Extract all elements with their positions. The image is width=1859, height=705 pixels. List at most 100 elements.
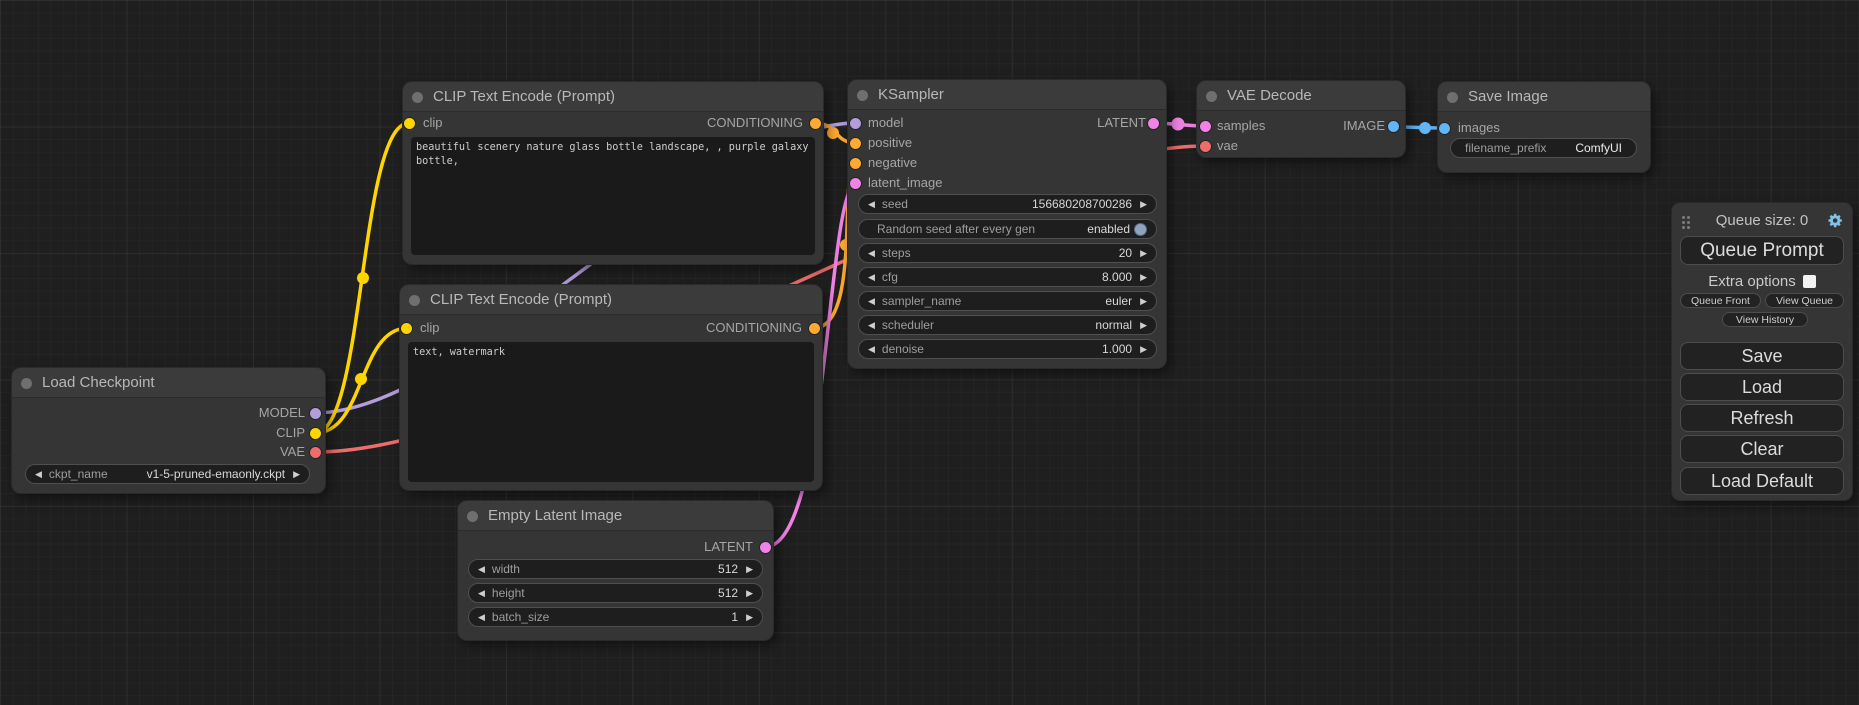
view-history-button[interactable]: View History — [1722, 312, 1808, 327]
node-title[interactable]: KSampler — [848, 80, 1166, 110]
node-title[interactable]: VAE Decode — [1197, 81, 1405, 111]
image-output-port[interactable] — [1388, 121, 1399, 132]
clip-input-port[interactable] — [404, 118, 415, 129]
view-queue-button[interactable]: View Queue — [1765, 293, 1844, 308]
latent-image-input-port[interactable] — [850, 178, 861, 189]
output-label: LATENT — [704, 537, 753, 557]
latent-output-port[interactable] — [1148, 118, 1159, 129]
increment-arrow-icon[interactable]: ▶ — [746, 560, 753, 578]
increment-arrow-icon[interactable]: ▶ — [293, 465, 300, 483]
decrement-arrow-icon[interactable]: ◀ — [35, 465, 42, 483]
input-label: vae — [1217, 136, 1238, 156]
prompt-textarea[interactable]: text, watermark — [408, 342, 814, 482]
decrement-arrow-icon[interactable]: ◀ — [478, 608, 485, 626]
random-seed-toggle-widget[interactable]: Random seed after every gen enabled — [858, 219, 1157, 239]
queue-prompt-button[interactable]: Queue Prompt — [1680, 236, 1844, 265]
output-label: CONDITIONING — [707, 113, 803, 133]
decrement-arrow-icon[interactable]: ◀ — [868, 292, 875, 310]
decrement-arrow-icon[interactable]: ◀ — [868, 316, 875, 334]
increment-arrow-icon[interactable]: ▶ — [1140, 316, 1147, 334]
node-title[interactable]: Save Image — [1438, 82, 1650, 112]
filename-prefix-widget[interactable]: filename_prefix ComfyUI — [1450, 138, 1637, 158]
collapse-dot-icon[interactable] — [1447, 92, 1458, 103]
node-save-image[interactable]: Save Image images filename_prefix ComfyU… — [1438, 82, 1650, 172]
model-input-port[interactable] — [850, 118, 861, 129]
latent-output-port[interactable] — [760, 542, 771, 553]
widget-value: ComfyUI — [1575, 141, 1622, 155]
model-output-port[interactable] — [310, 408, 321, 419]
queue-front-button[interactable]: Queue Front — [1680, 293, 1761, 308]
clip-output-port[interactable] — [310, 428, 321, 439]
vae-output-port[interactable] — [310, 447, 321, 458]
widget-label: sampler_name — [882, 294, 961, 308]
collapse-dot-icon[interactable] — [857, 90, 868, 101]
save-button[interactable]: Save — [1680, 342, 1844, 370]
node-title[interactable]: CLIP Text Encode (Prompt) — [403, 82, 823, 112]
clip-input-port[interactable] — [401, 323, 412, 334]
link-midpoint-dot — [357, 272, 369, 284]
decrement-arrow-icon[interactable]: ◀ — [868, 195, 875, 213]
widget-value: euler — [1105, 294, 1132, 308]
collapse-dot-icon[interactable] — [21, 378, 32, 389]
link-midpoint-dot — [827, 127, 839, 139]
decrement-arrow-icon[interactable]: ◀ — [478, 560, 485, 578]
ckpt-name-widget[interactable]: ◀ ckpt_name v1-5-pruned-emaonly.ckpt ▶ — [25, 464, 310, 484]
decrement-arrow-icon[interactable]: ◀ — [868, 244, 875, 262]
load-button[interactable]: Load — [1680, 373, 1844, 401]
node-empty-latent-image[interactable]: Empty Latent Image LATENT ◀ width 512 ▶ … — [458, 501, 773, 640]
node-vae-decode[interactable]: VAE Decode samples IMAGE vae — [1197, 81, 1405, 157]
widget-value: v1-5-pruned-emaonly.ckpt — [147, 467, 286, 481]
negative-input-port[interactable] — [850, 158, 861, 169]
collapse-dot-icon[interactable] — [409, 295, 420, 306]
decrement-arrow-icon[interactable]: ◀ — [868, 268, 875, 286]
images-input-port[interactable] — [1439, 123, 1450, 134]
node-clip-text-encode-positive[interactable]: CLIP Text Encode (Prompt) clip CONDITION… — [403, 82, 823, 264]
scheduler-widget[interactable]: ◀ scheduler normal ▶ — [858, 315, 1157, 335]
decrement-arrow-icon[interactable]: ◀ — [478, 584, 485, 602]
conditioning-output-port[interactable] — [810, 118, 821, 129]
increment-arrow-icon[interactable]: ▶ — [746, 608, 753, 626]
denoise-widget[interactable]: ◀ denoise 1.000 ▶ — [858, 339, 1157, 359]
positive-input-port[interactable] — [850, 138, 861, 149]
cfg-widget[interactable]: ◀ cfg 8.000 ▶ — [858, 267, 1157, 287]
increment-arrow-icon[interactable]: ▶ — [1140, 292, 1147, 310]
node-load-checkpoint[interactable]: Load Checkpoint MODEL CLIP VAE ◀ ckpt_na… — [12, 368, 325, 493]
refresh-button[interactable]: Refresh — [1680, 404, 1844, 432]
increment-arrow-icon[interactable]: ▶ — [1140, 268, 1147, 286]
toggle-circle-icon[interactable] — [1134, 223, 1147, 236]
batch-size-widget[interactable]: ◀ batch_size 1 ▶ — [468, 607, 763, 627]
collapse-dot-icon[interactable] — [467, 511, 478, 522]
input-label: clip — [423, 113, 443, 133]
increment-arrow-icon[interactable]: ▶ — [1140, 195, 1147, 213]
steps-widget[interactable]: ◀ steps 20 ▶ — [858, 243, 1157, 263]
increment-arrow-icon[interactable]: ▶ — [1140, 340, 1147, 358]
seed-widget[interactable]: ◀ seed 156680208700286 ▶ — [858, 194, 1157, 214]
samples-input-port[interactable] — [1200, 121, 1211, 132]
increment-arrow-icon[interactable]: ▶ — [746, 584, 753, 602]
vae-input-port[interactable] — [1200, 141, 1211, 152]
width-widget[interactable]: ◀ width 512 ▶ — [468, 559, 763, 579]
increment-arrow-icon[interactable]: ▶ — [1140, 244, 1147, 262]
node-title[interactable]: Load Checkpoint — [12, 368, 325, 398]
clear-button[interactable]: Clear — [1680, 435, 1844, 463]
conditioning-output-port[interactable] — [809, 323, 820, 334]
collapse-dot-icon[interactable] — [1206, 91, 1217, 102]
wire-clip-positive — [315, 123, 409, 433]
decrement-arrow-icon[interactable]: ◀ — [868, 340, 875, 358]
input-label: images — [1458, 118, 1500, 138]
node-title[interactable]: CLIP Text Encode (Prompt) — [400, 285, 822, 315]
node-graph-canvas[interactable]: Load Checkpoint MODEL CLIP VAE ◀ ckpt_na… — [0, 0, 1859, 705]
output-label: VAE — [280, 442, 305, 462]
node-title[interactable]: Empty Latent Image — [458, 501, 773, 531]
load-default-button[interactable]: Load Default — [1680, 467, 1844, 495]
queue-panel[interactable]: Queue size: 0 Queue Prompt Extra options… — [1672, 203, 1852, 500]
node-ksampler[interactable]: KSampler model LATENT positive negative … — [848, 80, 1166, 368]
extra-options-checkbox[interactable] — [1803, 275, 1816, 288]
output-label: CONDITIONING — [706, 318, 802, 338]
settings-gear-icon[interactable] — [1827, 212, 1844, 229]
sampler-name-widget[interactable]: ◀ sampler_name euler ▶ — [858, 291, 1157, 311]
node-clip-text-encode-negative[interactable]: CLIP Text Encode (Prompt) clip CONDITION… — [400, 285, 822, 490]
prompt-textarea[interactable]: beautiful scenery nature glass bottle la… — [411, 137, 815, 255]
collapse-dot-icon[interactable] — [412, 92, 423, 103]
height-widget[interactable]: ◀ height 512 ▶ — [468, 583, 763, 603]
